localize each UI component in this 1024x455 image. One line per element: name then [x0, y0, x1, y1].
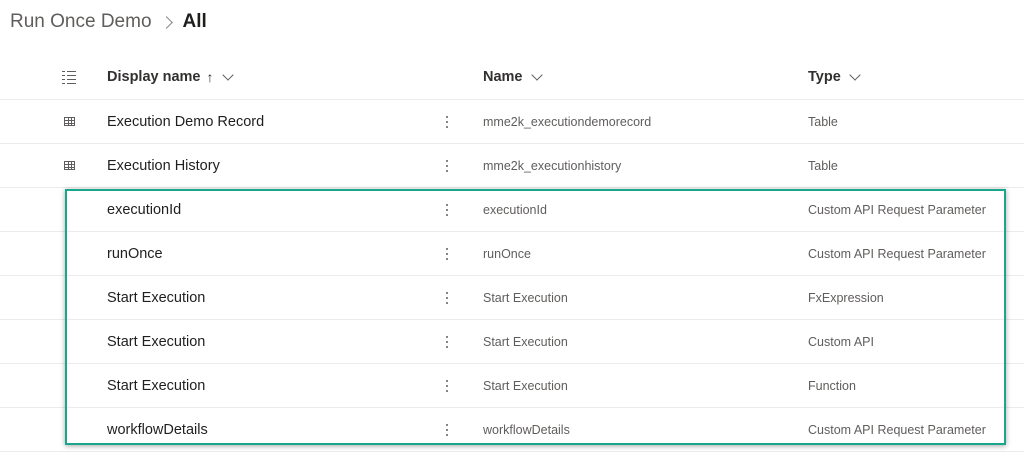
more-options-icon[interactable]: [437, 364, 457, 407]
more-options-icon[interactable]: [437, 276, 457, 319]
grid-header: Display name ↑ Name Type: [0, 55, 1024, 100]
table-row[interactable]: runOnce runOnce Custom API Request Param…: [0, 232, 1024, 276]
row-name: mme2k_executiondemorecord: [483, 114, 652, 129]
row-type: Custom API Request Parameter: [808, 246, 986, 261]
column-header-label: Name: [483, 69, 523, 85]
more-options-icon[interactable]: [437, 408, 457, 451]
chevron-down-icon: [530, 68, 543, 81]
row-display-name[interactable]: Start Execution: [107, 320, 205, 363]
column-header-name[interactable]: Name: [483, 55, 543, 99]
column-header-type[interactable]: Type: [808, 55, 861, 99]
row-type: FxExpression: [808, 290, 884, 305]
table-icon: [63, 117, 75, 126]
table-row[interactable]: workflowDetails workflowDetails Custom A…: [0, 408, 1024, 452]
row-display-name[interactable]: workflowDetails: [107, 408, 208, 451]
table-row[interactable]: executionId executionId Custom API Reque…: [0, 188, 1024, 232]
breadcrumb-parent-link[interactable]: Run Once Demo: [10, 11, 152, 33]
row-type: Table: [808, 158, 838, 173]
more-options-icon[interactable]: [437, 320, 457, 363]
list-view-icon[interactable]: [60, 55, 78, 99]
column-header-label: Display name: [107, 69, 201, 85]
more-options-icon[interactable]: [437, 100, 457, 143]
row-type: Custom API: [808, 334, 874, 349]
row-display-name[interactable]: Start Execution: [107, 364, 205, 407]
more-options-icon[interactable]: [437, 232, 457, 275]
chevron-down-icon: [221, 68, 234, 81]
row-name: executionId: [483, 202, 547, 217]
more-options-icon[interactable]: [437, 188, 457, 231]
table-row[interactable]: Execution Demo Record mme2k_executiondem…: [0, 100, 1024, 144]
row-type: Table: [808, 114, 838, 129]
row-display-name[interactable]: executionId: [107, 188, 181, 231]
row-type: Custom API Request Parameter: [808, 422, 986, 437]
table-row[interactable]: Execution History mme2k_executionhistory…: [0, 144, 1024, 188]
row-name: Start Execution: [483, 334, 568, 349]
breadcrumb-current: All: [182, 11, 207, 32]
table-icon: [63, 161, 75, 170]
row-name: runOnce: [483, 246, 531, 261]
objects-grid: Display name ↑ Name Type Execution Demo …: [0, 55, 1024, 452]
column-header-label: Type: [808, 69, 841, 85]
chevron-down-icon: [849, 68, 861, 81]
row-name: workflowDetails: [483, 422, 570, 437]
row-name: mme2k_executionhistory: [483, 158, 622, 173]
row-type: Custom API Request Parameter: [808, 202, 986, 217]
sort-ascending-icon: ↑: [206, 69, 214, 85]
row-display-name[interactable]: Execution Demo Record: [107, 100, 264, 143]
row-type: Function: [808, 378, 856, 393]
row-name: Start Execution: [483, 378, 568, 393]
chevron-right-icon: [159, 15, 173, 29]
table-row[interactable]: Start Execution Start Execution FxExpres…: [0, 276, 1024, 320]
column-header-display-name[interactable]: Display name ↑: [107, 55, 234, 99]
table-row[interactable]: Start Execution Start Execution Function: [0, 364, 1024, 408]
row-display-name[interactable]: Start Execution: [107, 276, 205, 319]
row-name: Start Execution: [483, 290, 568, 305]
breadcrumb: Run Once Demo All: [10, 8, 207, 36]
table-row[interactable]: Start Execution Start Execution Custom A…: [0, 320, 1024, 364]
row-display-name[interactable]: Execution History: [107, 144, 220, 187]
more-options-icon[interactable]: [437, 144, 457, 187]
row-display-name[interactable]: runOnce: [107, 232, 163, 275]
